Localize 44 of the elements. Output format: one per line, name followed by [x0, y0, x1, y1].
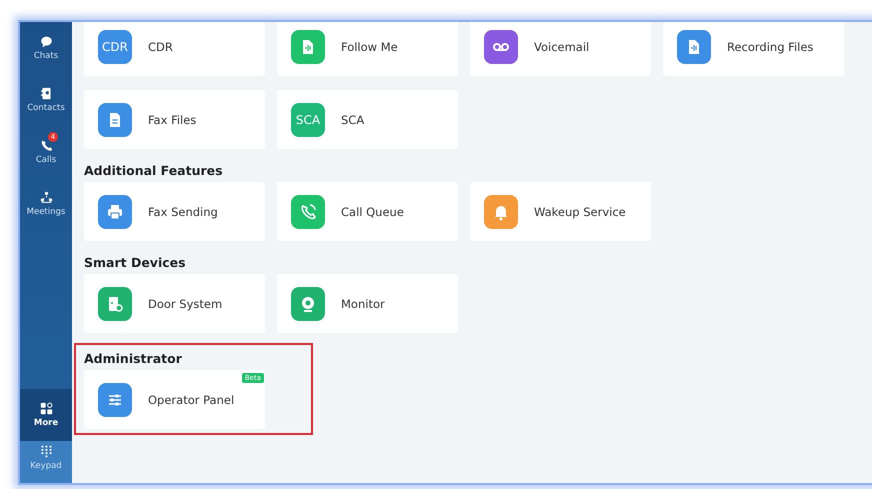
feature-label: Wakeup Service [534, 204, 626, 218]
feature-card[interactable]: Voicemail [470, 22, 651, 76]
feature-card[interactable]: Wakeup Service [470, 182, 651, 241]
feature-card[interactable]: Monitor [277, 274, 458, 333]
people-group-icon [40, 191, 52, 204]
nav-label: Contacts [27, 103, 65, 113]
feature-label: Fax Sending [148, 204, 218, 218]
text-icon: CDR [98, 30, 132, 64]
nav-item[interactable]: Chats [20, 22, 72, 74]
feature-card[interactable]: Follow Me [277, 22, 458, 76]
nav-label: Calls [36, 155, 56, 165]
feature-label: Door System [148, 296, 222, 310]
nav-label: Keypad [30, 461, 62, 471]
nav-label: More [34, 418, 58, 428]
feature-label: SCA [341, 112, 364, 126]
feature-card[interactable]: Fax Sending [84, 182, 265, 241]
feature-card[interactable]: Recording Files [663, 22, 844, 76]
nav-item[interactable]: More [20, 389, 72, 441]
feature-label: CDR [148, 40, 173, 54]
section-title: Additional Features [84, 163, 224, 178]
feature-card[interactable]: CDR CDR [84, 22, 265, 76]
nav-item[interactable]: Contacts [20, 74, 72, 126]
nav-item[interactable]: Meetings [20, 178, 72, 230]
feature-label: Follow Me [341, 40, 398, 54]
section-title: Administrator [84, 351, 183, 366]
nav-label: Chats [34, 51, 58, 61]
feature-card[interactable]: SCA SCA [277, 90, 458, 149]
chat-bubble-icon [40, 35, 52, 48]
feature-label: Recording Files [727, 40, 814, 54]
feature-card[interactable]: Call Queue [277, 182, 458, 241]
section-title: Smart Devices [84, 255, 187, 270]
feature-label: Fax Files [148, 112, 196, 126]
feature-label: Monitor [341, 296, 385, 310]
nav-label: Meetings [26, 207, 66, 217]
feature-label: Voicemail [534, 40, 590, 54]
grid-squares-icon [40, 402, 52, 415]
phone-icon [40, 139, 52, 152]
text-icon: SCA [291, 102, 325, 136]
feature-card[interactable]: Fax Files [84, 90, 265, 149]
feature-label: Operator Panel [148, 392, 234, 406]
feature-label: Call Queue [341, 204, 404, 218]
contact-book-icon [40, 87, 52, 100]
keypad-icon [40, 445, 52, 458]
feature-card[interactable]: Door System [84, 274, 265, 333]
